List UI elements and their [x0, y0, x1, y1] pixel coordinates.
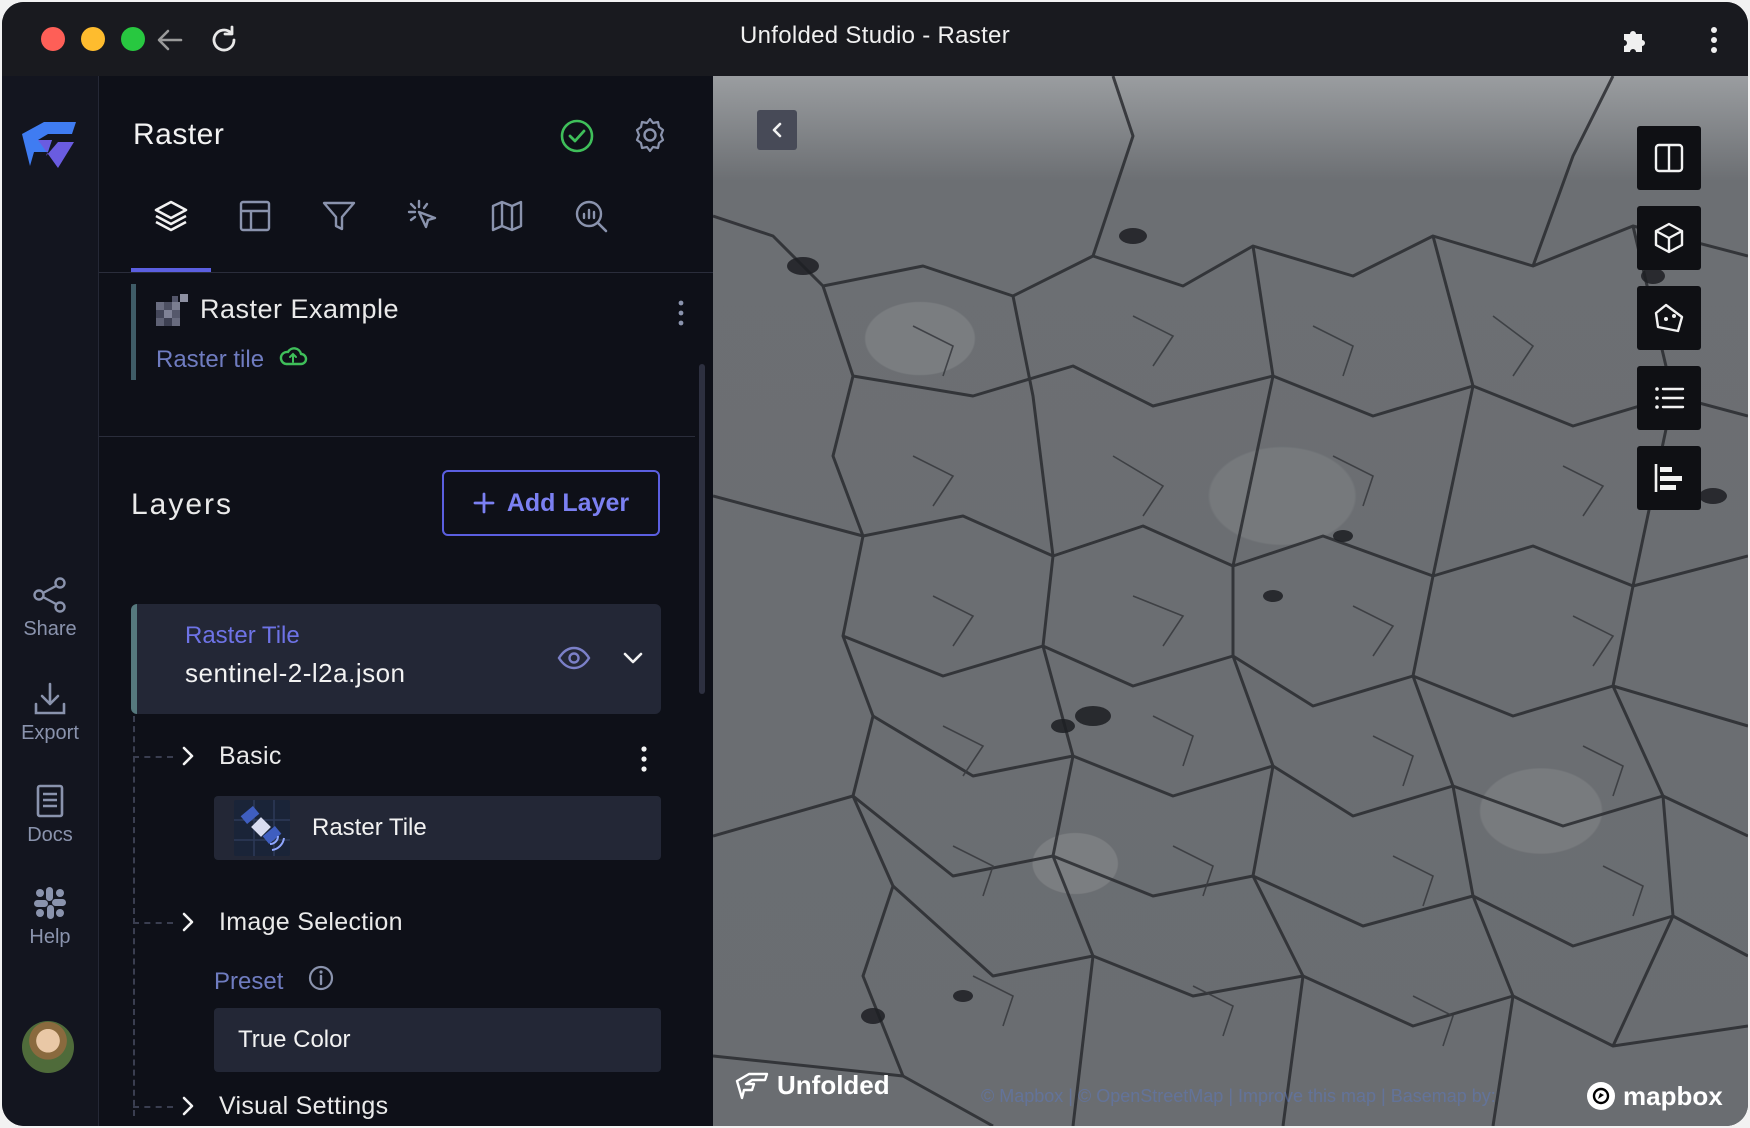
divider: [99, 436, 695, 437]
layer-type-label: Raster Tile: [185, 622, 300, 649]
split-map-button[interactable]: [1637, 126, 1701, 190]
help-button[interactable]: Help: [2, 884, 98, 949]
chevron-right-icon[interactable]: [179, 910, 197, 934]
help-icon: [34, 887, 66, 919]
docs-button[interactable]: Docs: [2, 782, 98, 847]
3d-view-button[interactable]: [1637, 206, 1701, 270]
unfolded-brand-label: Unfolded: [777, 1070, 890, 1100]
preset-label: Preset: [214, 968, 284, 995]
analysis-icon: [575, 200, 608, 233]
tab-interactions[interactable]: [383, 186, 463, 246]
chevron-left-icon: [772, 122, 782, 138]
layer-order-button[interactable]: [1637, 446, 1701, 510]
dataset-type: Raster tile: [156, 346, 265, 373]
tab-filter[interactable]: [299, 186, 379, 246]
raster-thumbnail-icon: [156, 294, 188, 326]
section-visual-settings[interactable]: Visual Settings: [219, 1092, 388, 1121]
layer-card[interactable]: Raster Tile sentinel-2-l2a.json: [131, 604, 661, 714]
add-layer-button[interactable]: Add Layer: [442, 470, 660, 536]
satellite-icon: [234, 800, 290, 856]
layer-type-value: Raster Tile: [312, 814, 427, 841]
draw-button[interactable]: [1637, 286, 1701, 350]
layer-order-icon: [1654, 464, 1682, 492]
window-title: Unfolded Studio - Raster: [739, 22, 1010, 49]
extensions-puzzle-icon[interactable]: [1614, 20, 1654, 60]
dataset-item[interactable]: Raster Example Raster tile: [131, 284, 696, 380]
dataset-more-icon[interactable]: [676, 298, 686, 328]
map-canvas[interactable]: Unfolded © Mapbox | © OpenStreetMap | Im…: [713, 76, 1748, 1126]
side-panel: Raster Raster Example Raster tile Layers…: [99, 76, 713, 1126]
docs-icon: [36, 784, 64, 818]
tree-connector: [133, 1106, 173, 1108]
chevron-right-icon[interactable]: [179, 744, 197, 768]
interaction-icon: [407, 199, 437, 229]
plus-icon: [473, 492, 495, 514]
unfolded-brand: Unfolded: [735, 1070, 890, 1101]
tab-basemap[interactable]: [467, 186, 547, 246]
tab-analysis[interactable]: [551, 186, 631, 246]
unfolded-logo-icon: [735, 1072, 769, 1099]
section-more-icon[interactable]: [639, 744, 649, 774]
mapbox-brand[interactable]: mapbox: [1585, 1080, 1723, 1112]
section-basic[interactable]: Basic: [219, 742, 282, 771]
split-map-icon: [1654, 143, 1684, 173]
gear-icon[interactable]: [631, 116, 669, 154]
panel-tabs: [131, 186, 631, 246]
3d-cube-icon: [1654, 222, 1684, 254]
export-icon: [34, 682, 66, 715]
export-button[interactable]: Export: [2, 680, 98, 745]
page-title: Raster: [133, 118, 225, 151]
tree-connector: [133, 716, 135, 1116]
mapbox-logo-icon: [1587, 1082, 1615, 1110]
layer-name: sentinel-2-l2a.json: [185, 658, 406, 688]
docs-label: Docs: [27, 824, 73, 846]
info-icon[interactable]: [307, 964, 335, 992]
browser-window: Unfolded Studio - Raster Share Export Do…: [2, 2, 1748, 1126]
legend-button[interactable]: [1637, 366, 1701, 430]
layers-heading: Layers: [131, 488, 234, 521]
collapse-panel-button[interactable]: [757, 110, 797, 150]
legend-icon: [1655, 387, 1685, 409]
chevron-right-icon[interactable]: [179, 1094, 197, 1118]
tab-layers[interactable]: [131, 186, 211, 246]
draw-polygon-icon: [1654, 303, 1684, 333]
filter-icon: [322, 201, 356, 231]
basemap-icon: [491, 200, 523, 232]
tree-connector: [133, 922, 173, 924]
share-label: Share: [23, 618, 77, 640]
cloud-icon: [279, 347, 308, 366]
layers-icon: [154, 200, 188, 232]
help-label: Help: [29, 926, 71, 948]
panel-scrollbar[interactable]: [699, 364, 705, 694]
title-bar: Unfolded Studio - Raster: [2, 2, 1748, 76]
section-image-selection[interactable]: Image Selection: [219, 908, 403, 937]
unfolded-logo-icon[interactable]: [18, 116, 80, 177]
eye-icon[interactable]: [557, 644, 591, 672]
export-label: Export: [21, 722, 79, 744]
tab-table[interactable]: [215, 186, 295, 246]
divider: [99, 272, 713, 273]
add-layer-label: Add Layer: [506, 488, 630, 517]
check-circle-icon[interactable]: [559, 118, 595, 154]
preset-value: True Color: [238, 1026, 351, 1053]
preset-select[interactable]: True Color: [214, 1008, 661, 1072]
map-attribution[interactable]: © Mapbox | © OpenStreetMap | Improve thi…: [981, 1086, 1496, 1107]
sea-ice-imagery: [713, 76, 1748, 1126]
more-menu-icon[interactable]: [1694, 20, 1734, 60]
avatar[interactable]: [22, 1021, 74, 1073]
mapbox-brand-label: mapbox: [1623, 1080, 1723, 1111]
chevron-down-icon[interactable]: [619, 644, 647, 672]
tree-connector: [133, 756, 173, 758]
share-icon: [33, 577, 66, 613]
table-icon: [239, 200, 271, 232]
left-rail: Share Export Docs Help: [2, 76, 99, 1126]
share-button[interactable]: Share: [2, 576, 98, 641]
dataset-name: Raster Example: [200, 294, 400, 324]
layer-type-selector[interactable]: Raster Tile: [214, 796, 661, 860]
